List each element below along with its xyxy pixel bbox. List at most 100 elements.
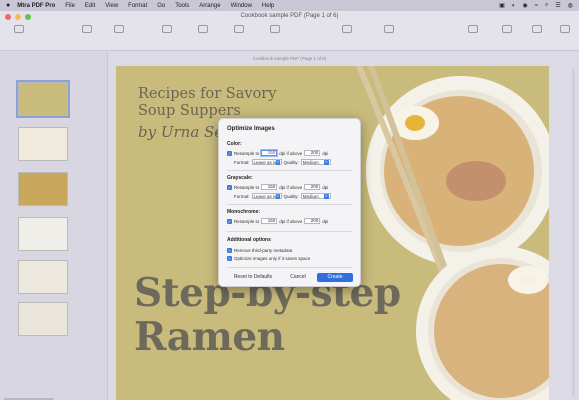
highlight-tool[interactable] — [186, 25, 220, 34]
document-title: Recipes for Savory Soup Suppers — [138, 86, 276, 120]
grayscale-format-select[interactable]: Leave as is ⇕ — [251, 193, 282, 199]
headline-line2: Ramen — [134, 314, 285, 360]
grayscale-dpi-if-above-input[interactable]: 200 — [304, 184, 321, 190]
color-resample-checkbox[interactable]: ✓ — [227, 150, 232, 156]
search-tool-icon — [502, 25, 512, 33]
color-resample-label: Resample to — [234, 150, 260, 156]
note-icon — [270, 25, 280, 33]
cancel-button[interactable]: Cancel — [285, 273, 311, 282]
link-tool[interactable] — [330, 25, 364, 34]
apple-icon[interactable]: ● — [6, 2, 10, 9]
sidebar-toggle-tool[interactable] — [2, 25, 36, 34]
siri-icon[interactable]: ◍ — [568, 2, 573, 9]
grayscale-format-row: Format: Leave as is ⇕ Quality: Medium ⇕ — [227, 192, 354, 200]
stamp-tool[interactable] — [372, 25, 406, 34]
menu-window[interactable]: Window — [231, 3, 252, 9]
grayscale-resample-checkbox[interactable]: ✓ — [227, 184, 232, 190]
egg-image — [508, 266, 548, 294]
chevron-updown-icon: ⇕ — [276, 159, 280, 165]
menu-app-name[interactable]: Mtra PDF Pro — [17, 3, 55, 9]
divider — [227, 204, 352, 205]
zoom-tool[interactable] — [70, 25, 104, 34]
shape-icon — [234, 25, 244, 33]
status-icon-2[interactable]: ◐ — [512, 3, 516, 9]
page-thumbnail[interactable] — [18, 172, 68, 206]
menu-go[interactable]: Go — [157, 3, 165, 9]
remove-metadata-row: ✓ Remove third-party metadata — [227, 246, 354, 254]
color-dpi-if-above-label: dpi if above — [279, 150, 303, 156]
search-icon[interactable]: ⌕ — [545, 2, 548, 9]
monochrome-resample-checkbox[interactable]: ✓ — [227, 218, 232, 224]
menu-tools[interactable]: Tools — [175, 3, 189, 9]
document-title-line1: Recipes for Savory — [138, 86, 277, 102]
status-icon-3[interactable]: ◉ — [522, 2, 527, 9]
monochrome-resample-input[interactable]: 150 — [261, 218, 278, 224]
note-tool[interactable] — [258, 25, 292, 34]
zoom-icon — [82, 25, 92, 33]
link-icon — [342, 25, 352, 33]
menu-help[interactable]: Help — [262, 3, 274, 9]
grayscale-quality-label: Quality: — [283, 193, 299, 199]
shape-tool[interactable] — [222, 25, 256, 34]
share-icon — [532, 25, 542, 33]
highlight-icon — [198, 25, 208, 33]
grayscale-dpi-unit: dpi — [322, 184, 329, 190]
menu-view[interactable]: View — [105, 3, 118, 9]
color-dpi-if-above-input[interactable]: 200 — [304, 150, 321, 156]
divider — [227, 170, 352, 171]
menu-format[interactable]: Format — [128, 3, 147, 9]
grayscale-resample-row: ✓ Resample to 150 dpi if above 200 dpi — [227, 183, 354, 191]
divider — [227, 267, 352, 268]
dialog-title: Optimize Images — [227, 126, 275, 132]
control-center-icon[interactable]: ☰ — [555, 2, 560, 9]
scale-tool[interactable] — [102, 25, 136, 34]
redact-icon — [468, 25, 478, 33]
color-quality-value: Medium — [302, 159, 319, 165]
pork-slice-image — [446, 161, 506, 201]
page-thumbnail[interactable] — [16, 80, 70, 118]
search-tool[interactable] — [490, 25, 524, 34]
scale-icon — [114, 25, 124, 33]
page-thumbnail[interactable] — [18, 127, 68, 161]
remove-metadata-checkbox[interactable]: ✓ — [227, 247, 232, 253]
optimize-if-saves-checkbox[interactable]: ✓ — [227, 255, 232, 261]
menu-file[interactable]: File — [65, 3, 75, 9]
grayscale-resample-label: Resample to — [234, 184, 260, 190]
text-tool[interactable] — [150, 25, 184, 34]
document-scrollbar[interactable] — [572, 69, 575, 397]
additional-options-heading: Additional options — [227, 237, 271, 243]
color-resample-input[interactable]: 150 — [261, 150, 278, 156]
monochrome-dpi-if-above-input[interactable]: 200 — [304, 218, 321, 224]
page-thumbnail[interactable] — [18, 260, 68, 294]
status-icon-1[interactable]: ▣ — [499, 2, 505, 9]
grayscale-resample-input[interactable]: 150 — [261, 184, 278, 190]
toolbar: Cookbook sample PDF (Page 1 of 6) — [0, 11, 579, 51]
color-format-row: Format: Leave as is ⇕ Quality: Medium ⇕ — [227, 158, 354, 166]
color-format-label: Format: — [234, 159, 250, 165]
inspector-tool[interactable] — [548, 25, 579, 34]
color-format-value: Leave as is — [253, 159, 277, 165]
optimize-if-saves-row: ✓ Optimize images only if it saves space — [227, 254, 354, 262]
color-quality-select[interactable]: Medium ⇕ — [300, 159, 331, 165]
redact-tool[interactable] — [456, 25, 490, 34]
monochrome-section-heading: Monochrome: — [227, 209, 261, 215]
monochrome-dpi-unit: dpi — [322, 218, 329, 224]
page-thumbnail[interactable] — [18, 217, 68, 251]
menubar: ● Mtra PDF Pro File Edit View Format Go … — [0, 0, 579, 11]
menu-arrange[interactable]: Arrange — [199, 3, 220, 9]
page-thumbnail[interactable] — [18, 302, 68, 336]
chevron-updown-icon: ⇕ — [276, 193, 280, 199]
wifi-icon[interactable]: ≈ — [535, 3, 538, 9]
create-button[interactable]: Create — [317, 273, 353, 282]
yolk-image — [405, 115, 425, 131]
color-section-heading: Color: — [227, 141, 242, 147]
reset-to-defaults-button[interactable]: Reset to Defaults — [225, 273, 281, 282]
menu-edit[interactable]: Edit — [85, 3, 95, 9]
color-quality-label: Quality: — [283, 159, 299, 165]
remove-metadata-label: Remove third-party metadata — [234, 247, 293, 253]
chevron-updown-icon: ⇕ — [323, 159, 329, 165]
chevron-updown-icon: ⇕ — [323, 193, 329, 199]
color-resample-row: ✓ Resample to 150 dpi if above 200 dpi — [227, 149, 354, 157]
color-format-select[interactable]: Leave as is ⇕ — [251, 159, 282, 165]
grayscale-quality-select[interactable]: Medium ⇕ — [300, 193, 331, 199]
